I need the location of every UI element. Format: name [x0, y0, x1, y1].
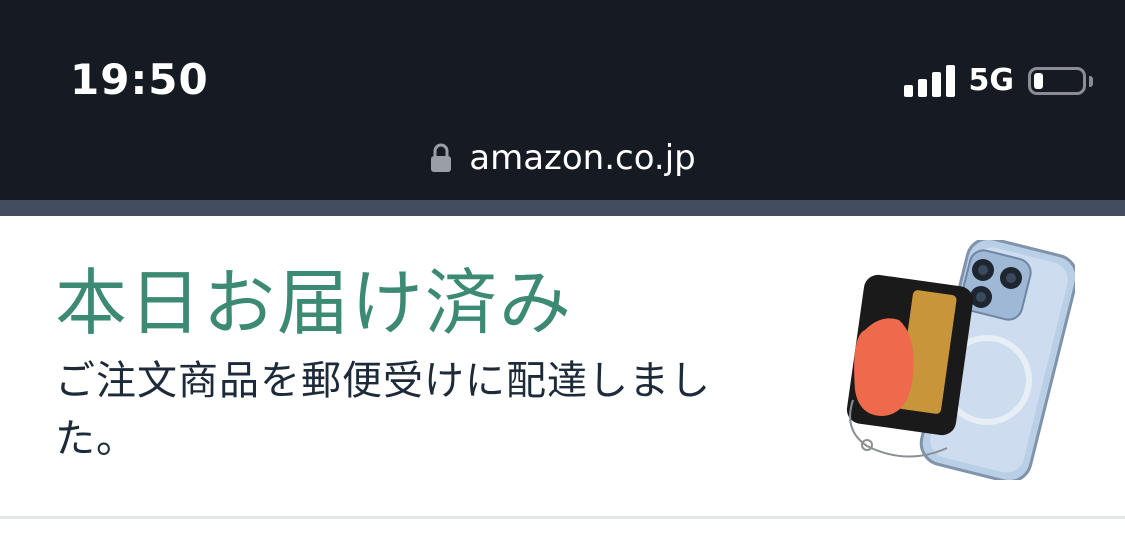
status-indicators: 5G	[903, 63, 1093, 99]
delivery-status-card[interactable]: 本日お届け済み ご注文商品を郵便受けに配達しました。	[0, 216, 1125, 516]
browser-top-bar: 19:50 5G amazon.co.jp	[0, 0, 1125, 200]
cellular-signal-icon	[903, 65, 955, 97]
battery-cap	[1089, 75, 1093, 87]
network-type: 5G	[968, 63, 1015, 98]
product-image[interactable]	[835, 240, 1075, 480]
section-divider	[0, 516, 1125, 519]
delivery-message: ご注文商品を郵便受けに配達しました。	[55, 358, 711, 462]
delivery-headline: 本日お届け済み	[55, 261, 574, 345]
toolbar-divider	[0, 200, 1125, 216]
url-text: amazon.co.jp	[469, 138, 696, 178]
lock-icon	[431, 143, 452, 172]
status-time: 19:50	[70, 55, 209, 104]
battery-icon	[1028, 67, 1086, 95]
address-bar[interactable]: amazon.co.jp	[0, 136, 1125, 180]
